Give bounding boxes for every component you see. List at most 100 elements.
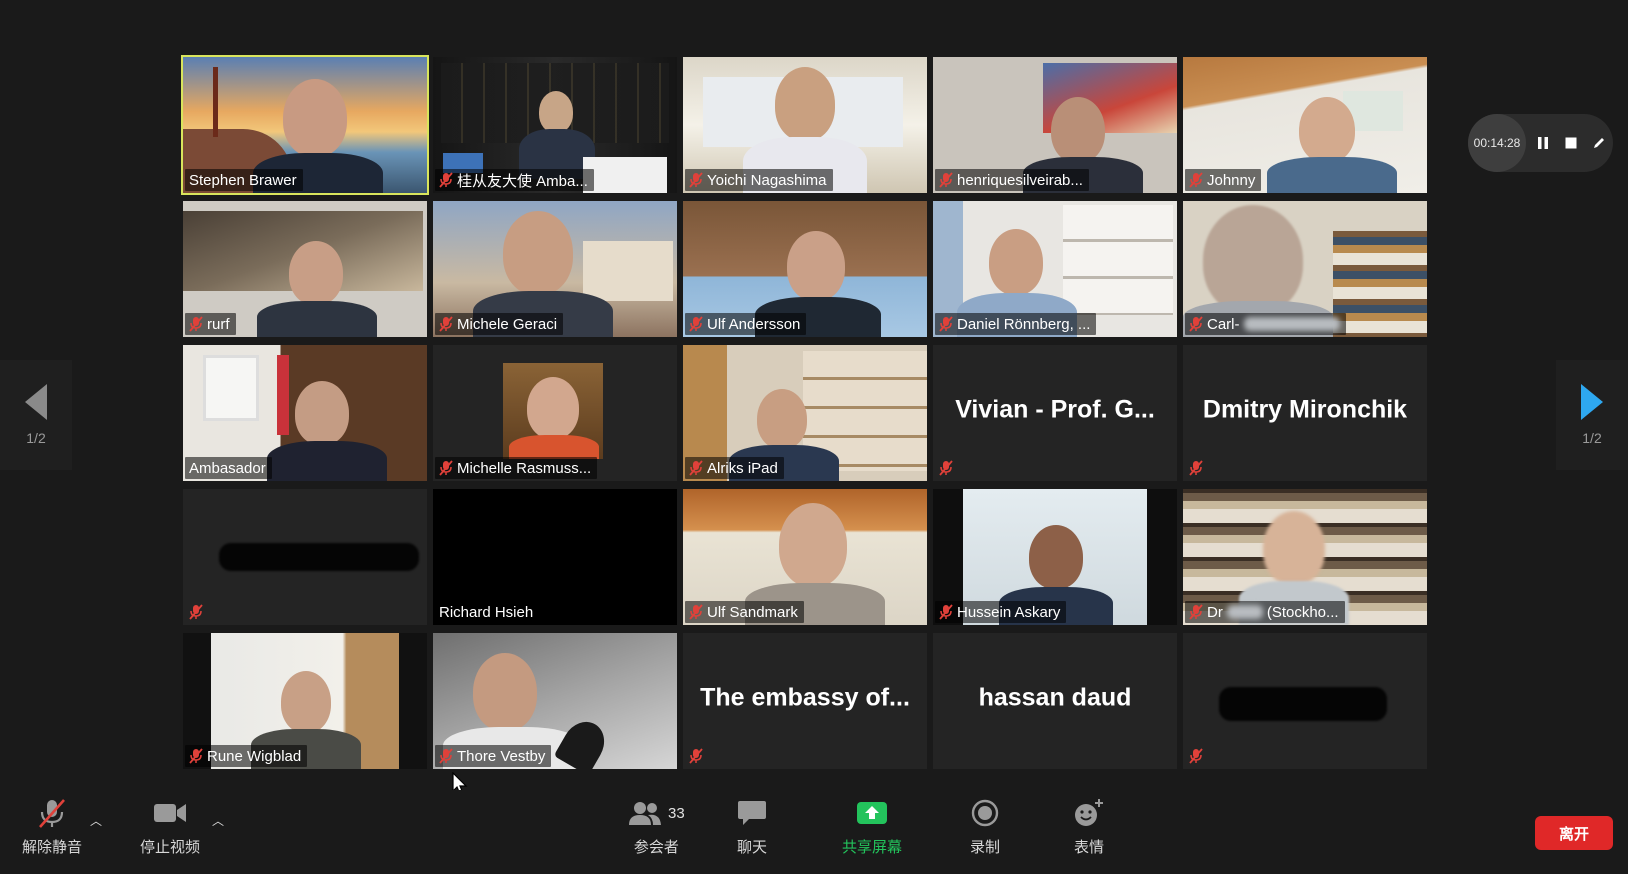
video-options-chevron-icon[interactable]: ︿ xyxy=(212,812,224,829)
video-tile[interactable] xyxy=(1183,633,1427,769)
share-screen-button[interactable]: 共享屏幕 xyxy=(842,798,902,857)
video-tile[interactable]: hassan daud xyxy=(933,633,1177,769)
video-tile[interactable]: Ambasador xyxy=(183,345,427,481)
share-screen-icon xyxy=(856,798,888,828)
redacted-text xyxy=(1243,317,1340,331)
prev-page-button[interactable]: 1/2 xyxy=(0,360,72,470)
video-tile[interactable]: Johnny xyxy=(1183,57,1427,193)
video-tile[interactable]: Michelle Rasmuss... xyxy=(433,345,677,481)
muted-mic-icon xyxy=(939,172,953,188)
record-icon xyxy=(971,798,999,828)
participant-name: Ambasador xyxy=(189,459,266,477)
participant-name: Alriks iPad xyxy=(707,459,778,477)
participant-display-name: Dmitry Mironchik xyxy=(1202,395,1408,424)
muted-mic-icon xyxy=(689,748,703,764)
muted-mic-icon xyxy=(689,460,703,476)
redacted-text xyxy=(1226,605,1263,619)
muted-mic-icon xyxy=(189,604,203,620)
participant-name: Carl- xyxy=(1207,315,1240,333)
unmute-button[interactable]: 解除静音 xyxy=(22,798,82,857)
participant-name: Thore Vestby xyxy=(457,747,546,765)
participants-icon xyxy=(629,802,661,825)
stop-video-button[interactable]: 停止视频 xyxy=(140,798,200,857)
muted-mic-icon xyxy=(939,316,953,332)
video-tile[interactable]: Ulf Andersson xyxy=(683,201,927,337)
video-tile[interactable]: Vivian - Prof. G... xyxy=(933,345,1177,481)
video-tile[interactable]: rurf xyxy=(183,201,427,337)
video-tile[interactable]: Ulf Sandmark xyxy=(683,489,927,625)
video-tile[interactable]: Richard Hsieh xyxy=(433,489,677,625)
participant-display-name: hassan daud xyxy=(978,683,1132,712)
stop-recording-button[interactable] xyxy=(1560,132,1582,154)
pause-recording-button[interactable] xyxy=(1532,132,1554,154)
participant-nameplate: Michele Geraci xyxy=(435,313,564,335)
next-page-button[interactable]: 1/2 xyxy=(1556,360,1628,470)
annotate-button[interactable] xyxy=(1588,132,1610,154)
video-tile[interactable]: Alriks iPad xyxy=(683,345,927,481)
participant-name: Michele Geraci xyxy=(457,315,558,333)
video-tile[interactable]: 桂从友大使 Amba... xyxy=(433,57,677,193)
video-tile[interactable]: Dr (Stockho... xyxy=(1183,489,1427,625)
participant-count: 33 xyxy=(668,804,685,822)
participant-nameplate: Ulf Andersson xyxy=(685,313,807,335)
video-tile[interactable]: Yoichi Nagashima xyxy=(683,57,927,193)
participant-nameplate: Ulf Sandmark xyxy=(685,601,804,623)
video-tile[interactable]: Daniel Rönnberg, ... xyxy=(933,201,1177,337)
video-tile[interactable]: Stephen Brawer xyxy=(181,55,429,195)
record-button[interactable]: 录制 xyxy=(970,798,1000,857)
video-tile[interactable]: The embassy of... xyxy=(683,633,927,769)
page-indicator-left: 1/2 xyxy=(26,430,46,446)
video-tile[interactable]: Rune Wigblad xyxy=(183,633,427,769)
audio-options-chevron-icon[interactable]: ︿ xyxy=(90,812,102,829)
stop-icon xyxy=(1565,137,1577,149)
muted-mic-icon xyxy=(1189,460,1203,476)
participant-nameplate: 桂从友大使 Amba... xyxy=(435,169,594,191)
participant-nameplate: Rune Wigblad xyxy=(185,745,308,767)
participant-nameplate: Richard Hsieh xyxy=(435,601,540,623)
video-tile[interactable]: Thore Vestby xyxy=(433,633,677,769)
muted-mic-icon xyxy=(439,172,453,188)
video-tile[interactable]: Carl- xyxy=(1183,201,1427,337)
participant-name: Yoichi Nagashima xyxy=(707,171,827,189)
participant-display-name: The embassy of... xyxy=(700,683,910,712)
video-tile[interactable]: henriquesilveirab... xyxy=(933,57,1177,193)
participant-name: Stephen Brawer xyxy=(189,171,297,189)
participant-nameplate xyxy=(935,457,959,479)
muted-mic-icon xyxy=(689,604,703,620)
unmute-label: 解除静音 xyxy=(22,839,83,856)
leave-meeting-button[interactable]: 离开 xyxy=(1535,816,1613,850)
participant-display-name: Vivian - Prof. G... xyxy=(955,395,1155,424)
video-tile[interactable]: Hussein Askary xyxy=(933,489,1177,625)
muted-mic-icon xyxy=(439,316,453,332)
participant-name: Michelle Rasmuss... xyxy=(457,459,592,477)
participant-nameplate: Hussein Askary xyxy=(935,601,1067,623)
participant-name: Ulf Andersson xyxy=(707,315,801,333)
video-camera-icon xyxy=(153,798,187,828)
record-label: 录制 xyxy=(970,839,1001,856)
participant-nameplate: Carl- xyxy=(1185,313,1346,335)
participant-name: Ulf Sandmark xyxy=(707,603,798,621)
reactions-label: 表情 xyxy=(1073,839,1104,856)
participant-name: Richard Hsieh xyxy=(439,603,534,621)
chat-button[interactable]: 聊天 xyxy=(737,798,767,857)
participant-name: Dr xyxy=(1207,603,1223,621)
muted-mic-icon xyxy=(1189,748,1203,764)
video-tile[interactable] xyxy=(183,489,427,625)
participant-name: Johnny xyxy=(1207,171,1256,189)
recording-controls: 00:14:28 xyxy=(1468,114,1613,172)
participant-nameplate: Stephen Brawer xyxy=(185,169,303,191)
prev-arrow-icon xyxy=(25,384,47,420)
recording-timer: 00:14:28 xyxy=(1468,114,1526,172)
pencil-icon xyxy=(1594,138,1604,148)
reactions-button[interactable]: 表情 xyxy=(1073,798,1105,857)
participant-name-suffix: (Stockho... xyxy=(1266,603,1339,621)
participant-name: henriquesilveirab... xyxy=(957,171,1083,189)
participant-nameplate: Yoichi Nagashima xyxy=(685,169,833,191)
participant-name: 桂从友大使 Amba... xyxy=(457,172,588,190)
meeting-toolbar: 解除静音 ︿ 停止视频 ︿ 33 参会者 聊天 共享屏幕 录制 表情 离开 xyxy=(0,790,1628,874)
muted-mic-icon xyxy=(189,748,203,764)
video-tile[interactable]: Michele Geraci xyxy=(433,201,677,337)
participant-nameplate: Michelle Rasmuss... xyxy=(435,457,598,479)
video-tile[interactable]: Dmitry Mironchik xyxy=(1183,345,1427,481)
participants-button[interactable]: 33 参会者 xyxy=(628,798,685,857)
